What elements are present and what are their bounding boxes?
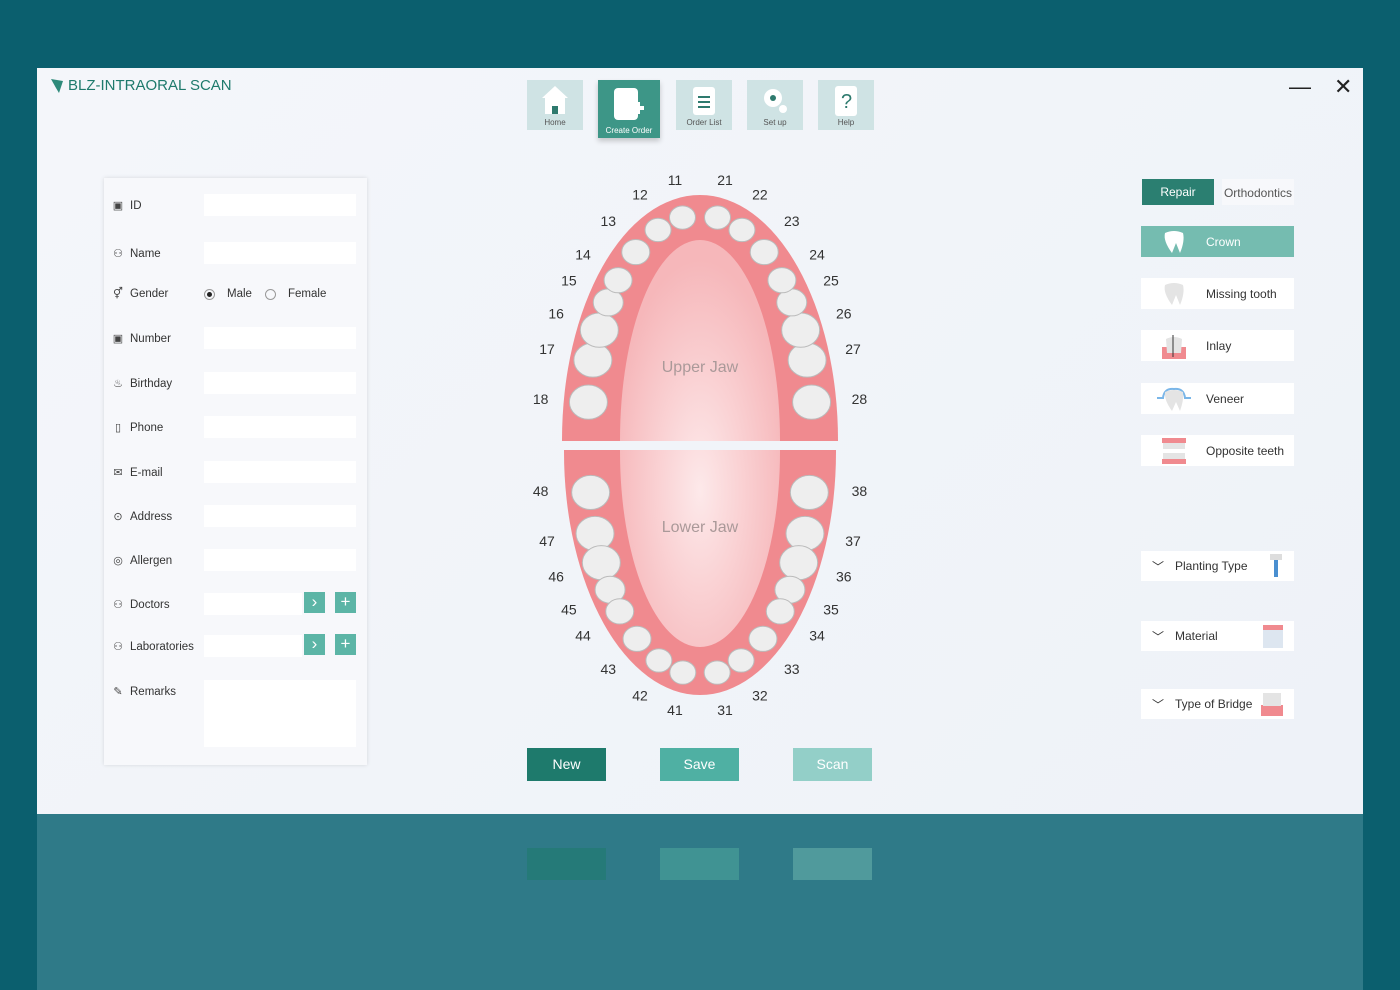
new-button[interactable]: New xyxy=(527,748,606,781)
tooth-16[interactable] xyxy=(579,312,619,348)
tooth-28[interactable] xyxy=(792,384,832,420)
tooth-number-label: 38 xyxy=(852,483,868,499)
type-of-bridge-dropdown[interactable]: ﹀ Type of Bridge xyxy=(1141,689,1294,719)
tooth-34[interactable] xyxy=(765,598,795,625)
tooth-number-label: 12 xyxy=(632,187,648,203)
tooth-32[interactable] xyxy=(727,648,755,673)
tooth-number-label: 37 xyxy=(845,533,861,549)
type-crown[interactable]: Crown xyxy=(1141,226,1294,257)
chevron-down-icon: ﹀ xyxy=(1151,559,1164,574)
type-veneer[interactable]: Veneer xyxy=(1141,383,1294,414)
upper-jaw-label: Upper Jaw xyxy=(662,359,739,376)
tooth-number-label: 22 xyxy=(752,187,768,203)
tooth-number-label: 18 xyxy=(533,391,549,407)
save-button[interactable]: Save xyxy=(660,748,739,781)
tooth-number-label: 43 xyxy=(600,661,616,677)
tooth-27[interactable] xyxy=(787,342,827,378)
tooth-number-label: 33 xyxy=(784,661,800,677)
tooth-number-label: 15 xyxy=(561,273,577,289)
tooth-41[interactable] xyxy=(669,660,697,685)
tooth-48[interactable] xyxy=(571,474,611,511)
tooth-number-label: 21 xyxy=(717,172,733,188)
chevron-down-icon: ﹀ xyxy=(1151,697,1164,712)
tooth-number-label: 36 xyxy=(836,569,852,585)
tooth-31[interactable] xyxy=(703,660,731,685)
tooth-number-label: 34 xyxy=(809,628,825,644)
chevron-down-icon: ﹀ xyxy=(1151,629,1164,644)
material-dropdown[interactable]: ﹀ Material xyxy=(1141,621,1294,651)
tooth-number-label: 41 xyxy=(667,702,683,718)
repair-tab[interactable]: Repair xyxy=(1142,179,1214,205)
tooth-17[interactable] xyxy=(573,342,613,378)
inlay-icon xyxy=(1141,333,1206,359)
tooth-number-label: 27 xyxy=(845,341,861,357)
tooth-44[interactable] xyxy=(605,598,635,625)
tooth-number-label: 46 xyxy=(548,569,564,585)
tooth-36[interactable] xyxy=(779,545,819,581)
tooth-23[interactable] xyxy=(749,238,779,266)
tooth-number-label: 11 xyxy=(668,172,683,188)
tooth-37[interactable] xyxy=(785,515,825,552)
implant-icon xyxy=(1270,554,1282,577)
tooth-number-label: 24 xyxy=(809,246,825,262)
opposite-teeth-icon xyxy=(1141,437,1206,465)
tooth-number-label: 42 xyxy=(632,687,648,703)
orthodontics-tab[interactable]: Orthodontics xyxy=(1222,179,1294,205)
tooth-26[interactable] xyxy=(781,312,821,348)
tooth-number-label: 44 xyxy=(575,628,591,644)
type-inlay[interactable]: Inlay xyxy=(1141,330,1294,361)
crown-tooth-icon xyxy=(1141,229,1206,255)
tooth-number-label: 13 xyxy=(600,213,616,229)
tooth-11[interactable] xyxy=(668,205,696,230)
tooth-24[interactable] xyxy=(767,267,797,294)
tooth-38[interactable] xyxy=(789,474,829,511)
tooth-number-label: 35 xyxy=(823,601,839,617)
tooth-number-label: 28 xyxy=(852,391,868,407)
tooth-chart[interactable]: 18 17 16 15 14 13 12 11 28 27 26 25 24 23 22 21 48 47 46 45… xyxy=(0,0,1400,990)
planting-type-dropdown[interactable]: ﹀ Planting Type xyxy=(1141,551,1294,581)
bridge-icon xyxy=(1261,693,1283,716)
tooth-number-label: 47 xyxy=(539,533,555,549)
tooth-number-label: 17 xyxy=(539,341,555,357)
tooth-number-label: 25 xyxy=(823,273,839,289)
missing-tooth-icon xyxy=(1141,281,1206,307)
tooth-43[interactable] xyxy=(622,625,652,652)
tooth-21[interactable] xyxy=(704,205,732,230)
tooth-22[interactable] xyxy=(728,217,756,243)
tooth-number-label: 14 xyxy=(575,246,591,262)
tooth-12[interactable] xyxy=(644,217,672,243)
tooth-14[interactable] xyxy=(603,267,633,294)
tooth-47[interactable] xyxy=(575,515,615,552)
tooth-13[interactable] xyxy=(621,238,651,266)
tooth-18[interactable] xyxy=(568,384,608,420)
tooth-number-label: 31 xyxy=(717,702,733,718)
tooth-42[interactable] xyxy=(645,648,673,673)
tooth-number-label: 16 xyxy=(548,305,564,321)
tooth-46[interactable] xyxy=(581,545,621,581)
scan-button[interactable]: Scan xyxy=(793,748,872,781)
tooth-number-label: 26 xyxy=(836,305,852,321)
type-missing-tooth[interactable]: Missing tooth xyxy=(1141,278,1294,309)
material-icon xyxy=(1263,625,1283,648)
type-opposite-teeth[interactable]: Opposite teeth xyxy=(1141,435,1294,466)
tooth-number-label: 23 xyxy=(784,213,800,229)
tooth-number-label: 45 xyxy=(561,601,577,617)
lower-jaw-label: Lower Jaw xyxy=(662,519,739,536)
tooth-number-label: 32 xyxy=(752,687,768,703)
tooth-number-label: 48 xyxy=(533,483,549,499)
veneer-icon xyxy=(1141,386,1206,412)
tooth-33[interactable] xyxy=(748,625,778,652)
